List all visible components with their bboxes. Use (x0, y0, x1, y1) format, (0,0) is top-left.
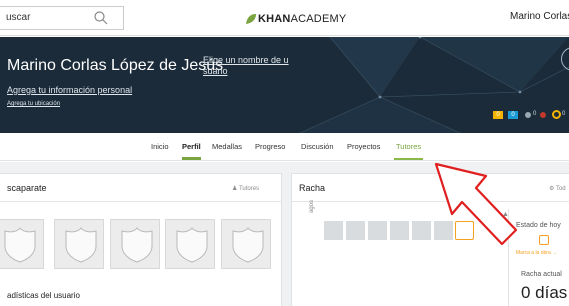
streak-title: Racha (299, 183, 326, 193)
gear-icon: ⚙ (549, 186, 555, 192)
profile-nav: Inicio Perfil Medallas Progreso Discusió… (0, 133, 569, 161)
badge-ring-icon (552, 110, 561, 119)
tab-tutores[interactable]: Tutores (393, 142, 424, 160)
search-box[interactable]: uscar (0, 6, 124, 30)
add-personal-info-link[interactable]: Agrega tu información personal (7, 85, 132, 95)
showcase-action-label: Tutores (238, 186, 260, 192)
annotation-arrow-icon (434, 162, 518, 246)
top-bar: uscar KHAN ACADEMY Marino Corlas (0, 0, 569, 36)
badge-slot[interactable] (165, 219, 215, 269)
search-input[interactable]: uscar (6, 12, 30, 23)
current-streak-value: 0 días (521, 283, 568, 302)
logo-text-strong: KHAN (258, 13, 291, 25)
person-icon: ♟ (232, 186, 238, 192)
khan-academy-logo[interactable]: KHAN ACADEMY (245, 11, 346, 27)
streak-day (368, 221, 387, 240)
showcase-card-header: scaparate ♟ Tutores (0, 174, 281, 202)
showcase-title: scaparate (7, 183, 47, 193)
badge-slot[interactable] (221, 219, 271, 269)
tab-medallas[interactable]: Medallas (212, 142, 242, 151)
badge-dot-icon (525, 112, 531, 118)
search-icon[interactable] (93, 10, 109, 26)
logo-text-light: ACADEMY (290, 13, 347, 25)
streak-action-label: Tod (555, 186, 566, 192)
tab-proyectos[interactable]: Proyectos (347, 142, 380, 151)
add-location-link[interactable]: Agrega tu ubicación (7, 101, 60, 107)
badge-slot[interactable] (110, 219, 160, 269)
choose-username-link[interactable]: Elige un nombre de u suario (203, 55, 303, 77)
streak-day (346, 221, 365, 240)
streak-day (324, 221, 343, 240)
user-stats-title: adísticas del usuario (7, 291, 80, 300)
badge-slot[interactable] (0, 219, 44, 269)
badge-dot-icon (540, 112, 546, 118)
streak-y-label: agos (309, 199, 315, 213)
badge-slot[interactable] (54, 219, 104, 269)
tab-inicio[interactable]: Inicio (151, 142, 169, 151)
leaf-icon (246, 14, 256, 24)
badge-count-b: 0 (562, 111, 566, 117)
energy-points-badge: 0 (493, 111, 503, 119)
streak-day (390, 221, 409, 240)
user-menu[interactable]: Marino Corlas (510, 11, 569, 22)
today-status-box (539, 235, 549, 245)
tab-perfil[interactable]: Perfil (182, 142, 201, 160)
showcase-edit-link[interactable]: ♟ Tutores (232, 185, 259, 192)
badge-count-a: 0 (533, 111, 537, 117)
videos-badge: 0 (508, 111, 518, 119)
profile-header: Marino Corlas López de Jesús Elige un no… (0, 37, 569, 133)
current-streak-label: Racha actual (521, 271, 562, 278)
streak-all-link[interactable]: ⚙ Tod (549, 185, 566, 192)
tab-progreso[interactable]: Progreso (255, 142, 285, 151)
tab-discusion[interactable]: Discusión (301, 142, 334, 151)
profile-name: Marino Corlas López de Jesús (7, 57, 224, 74)
